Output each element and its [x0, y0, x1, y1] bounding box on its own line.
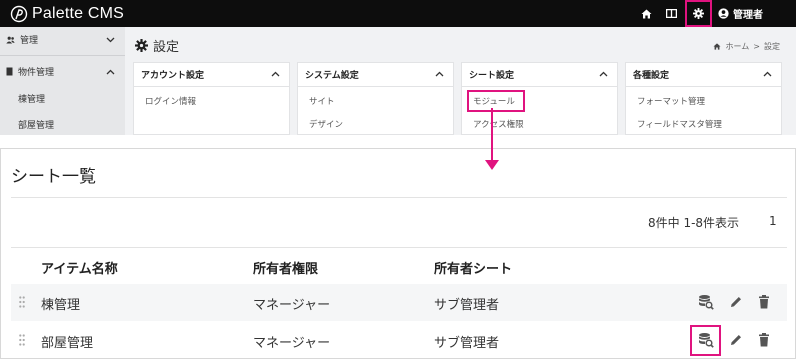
annotation-arrow-line [491, 108, 493, 161]
chevron-up-icon [271, 71, 280, 77]
sidebar-item-buildings[interactable]: 棟管理 [0, 92, 125, 105]
card-system-settings: システム設定 サイト デザイン [297, 62, 454, 135]
page-number[interactable]: 1 [769, 214, 777, 228]
palette-logo-icon [10, 5, 28, 23]
card-title: 各種設定 [633, 71, 670, 81]
page-title-text: 設定 [153, 40, 180, 55]
divider [11, 197, 787, 198]
cell-owner-sheet: サブ管理者 [434, 298, 500, 313]
cell-item-name: 部屋管理 [41, 336, 94, 351]
table-row: 部屋管理 マネージャー サブ管理者 [11, 322, 787, 359]
card-title: シート設定 [469, 71, 515, 81]
breadcrumb-separator: > [753, 42, 760, 51]
card-header[interactable]: システム設定 [298, 63, 453, 87]
sidebar-item-label: 物件管理 [18, 68, 55, 78]
drag-handle-icon[interactable] [19, 296, 25, 308]
top-bar: Palette CMS 管理者 [0, 0, 796, 27]
column-header-item-name: アイテム名称 [41, 262, 118, 277]
building-icon [6, 67, 13, 76]
sidebar-divider [0, 55, 125, 56]
card-header[interactable]: シート設定 [462, 63, 617, 87]
sidebar-item-rooms[interactable]: 部屋管理 [0, 118, 125, 131]
card-title: アカウント設定 [141, 71, 205, 81]
link-design[interactable]: デザイン [309, 118, 343, 130]
users-icon [6, 36, 15, 43]
sidebar-item-label: 部屋管理 [18, 121, 55, 131]
edit-button[interactable] [726, 292, 746, 312]
card-misc-settings: 各種設定 フォーマット管理 フィールドマスタ管理 [625, 62, 782, 135]
chevron-down-icon [106, 37, 115, 42]
link-module[interactable]: モジュール [473, 95, 515, 107]
home-button[interactable] [633, 0, 659, 27]
delete-button[interactable] [754, 292, 774, 312]
sidebar-item-admin[interactable]: 管理 [0, 33, 125, 46]
card-title: システム設定 [305, 71, 359, 81]
user-menu[interactable]: 管理者 [718, 0, 763, 27]
app-logo[interactable]: Palette CMS [10, 4, 124, 24]
breadcrumb-current: 設定 [764, 42, 780, 51]
settings-area: 設定 ホーム > 設定 アカウント設定 ログイン情報 システム設定 サイト デザ… [125, 27, 796, 135]
data-search-button[interactable] [696, 292, 716, 312]
cell-owner-role: マネージャー [253, 336, 331, 351]
sidebar-item-label: 管理 [20, 36, 39, 46]
breadcrumb-home[interactable]: ホーム [726, 41, 750, 52]
card-header[interactable]: アカウント設定 [134, 63, 289, 87]
card-header[interactable]: 各種設定 [626, 63, 781, 87]
book-button[interactable] [658, 0, 684, 27]
result-count: 8件中 1-8件表示 [648, 216, 740, 230]
home-icon [641, 9, 651, 18]
divider [11, 247, 787, 248]
annotation-arrow-head [485, 160, 499, 170]
column-header-owner-role: 所有者権限 [253, 262, 319, 277]
column-header-owner-sheet: 所有者シート [434, 262, 513, 277]
page-title: 設定 [135, 36, 179, 55]
link-field-master-management[interactable]: フィールドマスタ管理 [637, 118, 722, 130]
pencil-icon [731, 335, 741, 345]
cell-item-name: 棟管理 [41, 298, 81, 313]
link-site[interactable]: サイト [309, 95, 335, 107]
link-login-info[interactable]: ログイン情報 [145, 95, 196, 107]
sidebar: 管理 物件管理 棟管理 部屋管理 [0, 27, 125, 135]
pencil-icon [731, 297, 741, 307]
settings-button[interactable] [685, 0, 712, 27]
database-search-icon [699, 295, 714, 310]
book-icon [665, 9, 677, 18]
cell-owner-sheet: サブ管理者 [434, 336, 500, 351]
link-access-rights[interactable]: アクセス権限 [473, 118, 524, 130]
delete-button[interactable] [754, 330, 774, 350]
trash-icon [759, 333, 769, 347]
user-icon [718, 8, 729, 19]
chevron-up-icon [435, 71, 444, 77]
home-icon [713, 43, 721, 50]
card-account-settings: アカウント設定 ログイン情報 [133, 62, 290, 135]
card-sheet-settings: シート設定 モジュール アクセス権限 [461, 62, 618, 135]
edit-button[interactable] [726, 330, 746, 350]
breadcrumb: ホーム > 設定 [713, 41, 782, 52]
table-row: 棟管理 マネージャー サブ管理者 [11, 284, 787, 321]
sidebar-item-property[interactable]: 物件管理 [0, 65, 125, 78]
trash-icon [759, 295, 769, 309]
chevron-up-icon [763, 71, 772, 77]
sheet-list-panel: シート一覧 8件中 1-8件表示 1 アイテム名称 所有者権限 所有者シート 棟… [0, 148, 796, 359]
sidebar-item-label: 棟管理 [18, 95, 46, 105]
gear-icon [693, 8, 704, 19]
drag-handle-icon[interactable] [19, 334, 25, 346]
chevron-up-icon [106, 69, 115, 74]
app-name: Palette CMS [32, 5, 125, 22]
gear-icon [135, 39, 148, 52]
link-format-management[interactable]: フォーマット管理 [637, 95, 705, 107]
database-search-icon [699, 333, 714, 348]
panel-title: シート一覧 [11, 167, 96, 187]
user-name: 管理者 [733, 10, 763, 21]
data-search-button[interactable] [696, 330, 716, 350]
cell-owner-role: マネージャー [253, 298, 331, 313]
chevron-up-icon [599, 71, 608, 77]
